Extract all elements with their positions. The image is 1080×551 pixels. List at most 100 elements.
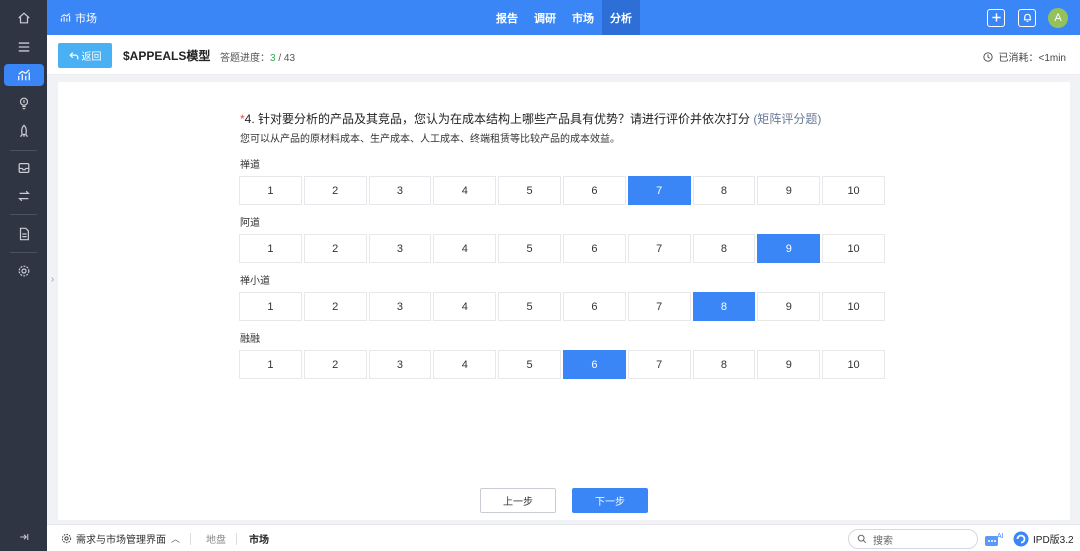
rating-option[interactable]: 7 xyxy=(627,292,691,321)
rating-option[interactable]: 3 xyxy=(368,176,432,205)
matrix-row-label: 禅小道 xyxy=(240,276,270,287)
notifications-button[interactable] xyxy=(1018,8,1036,27)
home-icon[interactable] xyxy=(4,7,44,29)
rating-option[interactable]: 2 xyxy=(303,234,367,263)
rating-option[interactable]: 7 xyxy=(627,350,691,379)
rating-option[interactable]: 6 xyxy=(562,234,626,263)
rating-option[interactable]: 2 xyxy=(303,292,367,321)
rating-option[interactable]: 1 xyxy=(239,234,302,263)
search-icon xyxy=(857,534,867,544)
search-placeholder: 搜索 xyxy=(873,535,893,547)
rating-option[interactable]: 6 xyxy=(562,176,626,205)
rating-option[interactable]: 5 xyxy=(498,176,561,205)
rating-option[interactable]: 10 xyxy=(822,292,885,321)
question-title: *4. 针对要分析的产品及其竞品，您认为在成本结构上哪些产品具有优势？请进行评价… xyxy=(240,110,821,127)
rating-option[interactable]: 8 xyxy=(692,292,756,321)
rating-option[interactable]: 7 xyxy=(627,234,691,263)
rating-option[interactable]: 9 xyxy=(757,234,821,263)
rating-scale: 1 2 3 4 5 6 7 8 9 10 xyxy=(239,176,887,205)
back-arrow-icon xyxy=(68,51,78,59)
avatar[interactable]: A xyxy=(1048,7,1068,28)
settings-icon[interactable] xyxy=(4,260,44,282)
rating-option[interactable]: 10 xyxy=(822,234,885,263)
version-label: IPD版3.2 xyxy=(1033,535,1074,546)
rating-option[interactable]: 3 xyxy=(368,350,432,379)
topbar-home-link[interactable]: 市场 xyxy=(60,0,97,35)
nav-analysis[interactable]: 分析 xyxy=(602,0,640,35)
rating-option[interactable]: 1 xyxy=(239,176,302,205)
rating-option[interactable]: 9 xyxy=(757,292,821,321)
back-button[interactable]: 返回 xyxy=(58,43,112,68)
topbar-home-label: 市场 xyxy=(75,12,97,25)
progress-label: 答题进度： xyxy=(220,53,270,64)
plus-icon xyxy=(991,13,1001,22)
nav-market[interactable]: 市场 xyxy=(564,0,602,35)
collapse-icon[interactable] xyxy=(4,527,44,547)
bell-icon xyxy=(1023,13,1031,23)
rating-scale: 1 2 3 4 5 6 7 8 9 10 xyxy=(239,292,887,321)
bottom-bar: 需求与市场管理界面 ︿ 地盘 市场 搜索 AI IPD版3.2 xyxy=(47,524,1080,551)
rating-option[interactable]: 5 xyxy=(498,292,561,321)
app-switcher-label: 需求与市场管理界面 xyxy=(76,535,166,546)
rating-option[interactable]: 1 xyxy=(239,292,302,321)
rating-scale: 1 2 3 4 5 6 7 8 9 10 xyxy=(239,234,887,263)
bottom-tab-market[interactable]: 市场 xyxy=(249,525,269,551)
rating-option[interactable]: 4 xyxy=(433,176,497,205)
question-text: 4. 针对要分析的产品及其竞品，您认为在成本结构上哪些产品具有优势？请进行评价并… xyxy=(244,112,751,126)
transfer-icon[interactable] xyxy=(4,185,44,207)
rating-option[interactable]: 8 xyxy=(692,234,756,263)
rating-option[interactable]: 1 xyxy=(239,350,302,379)
page-header: 返回 $APPEALS模型 答题进度：3 / 43 已消耗：<1min xyxy=(47,35,1080,75)
document-icon[interactable] xyxy=(4,223,44,245)
expand-panel-toggle[interactable]: › xyxy=(47,262,58,296)
rating-option[interactable]: 10 xyxy=(822,350,885,379)
lightbulb-icon[interactable] xyxy=(4,92,44,114)
analytics-icon xyxy=(60,13,71,22)
rating-option[interactable]: 4 xyxy=(433,234,497,263)
rating-option[interactable]: 6 xyxy=(562,292,626,321)
question-type-tag: (矩阵评分题) xyxy=(753,112,822,126)
rating-option[interactable]: 4 xyxy=(433,350,497,379)
settings-icon xyxy=(61,533,72,544)
rating-option[interactable]: 8 xyxy=(692,176,756,205)
nav-report[interactable]: 报告 xyxy=(488,0,526,35)
sidebar-divider xyxy=(10,214,37,215)
add-button[interactable] xyxy=(987,8,1005,27)
ai-label: AI xyxy=(997,533,1004,540)
time-spent-label: 已消耗：<1min xyxy=(998,53,1066,64)
rating-option[interactable]: 9 xyxy=(757,176,821,205)
bottom-tab-dashboard[interactable]: 地盘 xyxy=(206,525,226,551)
rating-option[interactable]: 6 xyxy=(562,350,626,379)
rating-scale: 1 2 3 4 5 6 7 8 9 10 xyxy=(239,350,887,379)
rating-option[interactable]: 8 xyxy=(692,350,756,379)
rating-option[interactable]: 2 xyxy=(303,350,367,379)
menu-icon[interactable] xyxy=(4,36,44,58)
rating-option[interactable]: 5 xyxy=(498,234,561,263)
rating-option[interactable]: 7 xyxy=(627,176,691,205)
chevron-right-icon: › xyxy=(50,273,55,285)
rating-option[interactable]: 2 xyxy=(303,176,367,205)
top-bar: 市场 报告 调研 市场 分析 A xyxy=(47,0,1080,35)
rocket-icon[interactable] xyxy=(4,120,44,142)
sidebar-divider xyxy=(10,252,37,253)
back-button-label: 返回 xyxy=(81,52,102,63)
page-title: $APPEALS模型 xyxy=(123,49,211,63)
previous-button[interactable]: 上一步 xyxy=(480,488,556,513)
ai-assistant-icon[interactable]: AI xyxy=(984,531,1004,547)
nav-research[interactable]: 调研 xyxy=(526,0,564,35)
app-switcher[interactable]: 需求与市场管理界面 ︿ xyxy=(61,525,180,551)
rating-option[interactable]: 9 xyxy=(757,350,821,379)
rating-option[interactable]: 10 xyxy=(822,176,885,205)
analytics-icon[interactable] xyxy=(4,64,44,86)
matrix-row-label: 禅道 xyxy=(240,160,260,171)
inbox-icon[interactable] xyxy=(4,157,44,179)
rating-option[interactable]: 5 xyxy=(498,350,561,379)
next-button[interactable]: 下一步 xyxy=(572,488,648,513)
rating-option[interactable]: 4 xyxy=(433,292,497,321)
main-nav: 报告 调研 市场 分析 xyxy=(488,0,640,35)
rating-option[interactable]: 3 xyxy=(368,234,432,263)
search-box[interactable]: 搜索 xyxy=(848,529,978,549)
sidebar-divider xyxy=(10,150,37,151)
version-badge: IPD版3.2 xyxy=(1013,525,1074,551)
rating-option[interactable]: 3 xyxy=(368,292,432,321)
